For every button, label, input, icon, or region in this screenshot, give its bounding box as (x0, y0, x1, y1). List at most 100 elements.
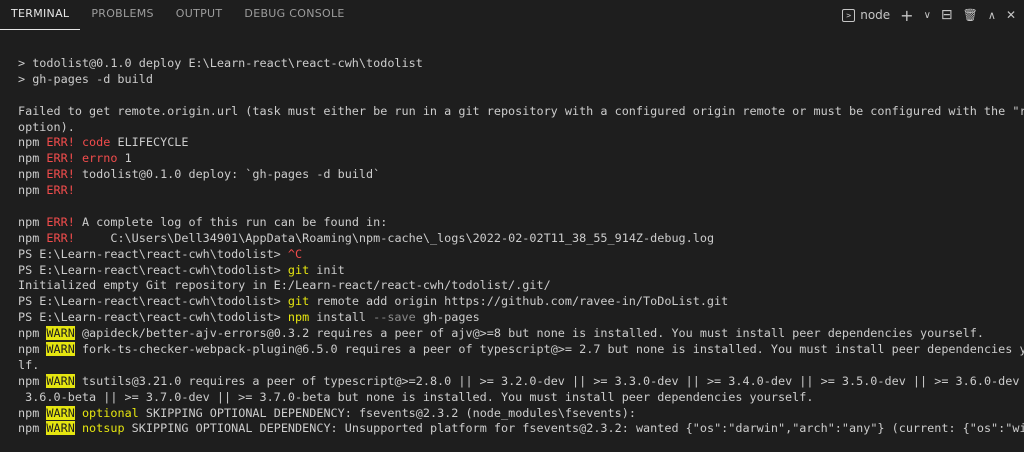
terminal-text: npm (18, 230, 47, 245)
terminal-text: code (81, 135, 111, 150)
warn-badge: WARN (46, 342, 75, 357)
terminal-line: npm ERR! todolist@0.1.0 deploy: `gh-page… (18, 167, 1018, 183)
terminal-line: PS E:\Learn-react\react-cwh\todolist> gi… (18, 294, 1018, 310)
terminal-line: 3.6.0-beta || >= 3.7.0-dev || >= 3.7.0-b… (18, 390, 1018, 406)
kill-terminal-button[interactable]: 🗑 (963, 8, 978, 22)
terminal-line: npm WARN @apideck/better-ajv-errors@0.3.… (18, 326, 1018, 342)
terminal-text: PS E:\Learn-react\react-cwh\todolist> (18, 294, 288, 309)
terminal-actions: > node + ∨ ⊟ 🗑 ∧ ✕ (842, 5, 1016, 25)
terminal-line: > gh-pages -d build (18, 72, 1018, 88)
terminal-line: npm ERR! (18, 183, 1018, 199)
terminal-text: optional (81, 405, 139, 420)
terminal-text: SKIPPING OPTIONAL DEPENDENCY: Unsupporte… (124, 421, 1024, 436)
terminal-text: ERR! (46, 151, 75, 166)
terminal-text: PS E:\Learn-react\react-cwh\todolist> (18, 246, 288, 261)
terminal-text: git (287, 262, 310, 277)
terminal-line: npm WARN fork-ts-checker-webpack-plugin@… (18, 342, 1024, 358)
terminal-shell-label: node (860, 8, 891, 22)
terminal-text: npm (18, 421, 47, 436)
plus-icon: + (900, 5, 914, 25)
terminal-text: init (309, 262, 345, 277)
chevron-down-icon: ∨ (923, 9, 931, 21)
terminal-output[interactable]: > todolist@0.1.0 deploy E:\Learn-react\r… (18, 56, 1024, 437)
terminal-line: lf. (18, 358, 1018, 374)
chevron-up-icon: ∧ (987, 8, 996, 22)
terminal-text: npm (18, 135, 47, 150)
terminal-text: PS E:\Learn-react\react-cwh\todolist> (18, 310, 288, 325)
launch-profile-button[interactable]: ∨ (924, 10, 931, 21)
terminal-text: 3.6.0-beta || >= 3.7.0-dev || >= 3.7.0-b… (18, 389, 814, 404)
terminal-text: npm (18, 326, 47, 341)
terminal-text: remote add origin https://github.com/rav… (309, 294, 729, 309)
terminal-line: npm ERR! C:\Users\Dell34901\AppData\Roam… (18, 231, 1018, 247)
tab-problems[interactable]: PROBLEMS (80, 0, 164, 30)
terminal-text: SKIPPING OPTIONAL DEPENDENCY: fsevents@2… (138, 405, 636, 420)
terminal-text: A complete log of this run can be found … (74, 214, 388, 229)
terminal-line: PS E:\Learn-react\react-cwh\todolist> gi… (18, 263, 1018, 279)
trash-icon: 🗑 (962, 8, 978, 22)
terminal-text: notsup (81, 421, 125, 436)
warn-badge: WARN (46, 373, 75, 388)
terminal-text: ^C (287, 246, 303, 261)
terminal-text: ERR! (46, 230, 75, 245)
warn-badge: WARN (46, 326, 75, 341)
terminal-text: --save (373, 310, 416, 325)
tab-debug-console[interactable]: DEBUG CONSOLE (233, 0, 355, 30)
terminal-line: option). (18, 120, 1018, 136)
terminal-text: PS E:\Learn-react\react-cwh\todolist> (18, 262, 288, 277)
close-panel-button[interactable]: ✕ (1006, 8, 1016, 22)
terminal-text: option). (18, 119, 75, 134)
terminal-line: PS E:\Learn-react\react-cwh\todolist> np… (18, 310, 1018, 326)
tab-terminal[interactable]: TERMINAL (0, 0, 81, 30)
terminal-text: npm (18, 405, 47, 420)
terminal-text: fork-ts-checker-webpack-plugin@6.5.0 req… (74, 342, 1024, 357)
terminal-text: Initialized empty Git repository in E:/L… (18, 278, 551, 293)
terminal-line: npm WARN tsutils@3.21.0 requires a peer … (18, 373, 1019, 390)
terminal-text: git (287, 294, 310, 309)
terminal-text: npm (18, 151, 47, 166)
terminal-text: @apideck/better-ajv-errors@0.3.2 require… (74, 326, 984, 341)
terminal-text: npm (287, 310, 310, 325)
terminal-text: npm (18, 342, 47, 357)
new-terminal-button[interactable]: + (900, 6, 913, 25)
terminal-text: npm (18, 167, 47, 182)
maximize-panel-button[interactable]: ∧ (988, 9, 996, 22)
terminal-text: ERR! (46, 135, 75, 150)
terminal-line: > todolist@0.1.0 deploy E:\Learn-react\r… (18, 56, 1018, 72)
terminal-line: PS E:\Learn-react\react-cwh\todolist> ^C (18, 247, 1018, 263)
terminal-text: 1 (117, 151, 132, 166)
terminal-text: install (309, 310, 374, 325)
warn-badge: WARN (46, 421, 75, 436)
terminal-line: npm ERR! A complete log of this run can … (18, 215, 1018, 231)
terminal-text: ERR! (46, 167, 75, 182)
terminal-text: lf. (18, 357, 40, 372)
split-terminal-button[interactable]: ⊟ (941, 7, 953, 23)
terminal-text: npm (18, 373, 47, 388)
terminal-line: npm ERR! code ELIFECYCLE (18, 135, 1018, 151)
terminal-text: todolist@0.1.0 deploy: `gh-pages -d buil… (74, 167, 381, 182)
terminal-text: Failed to get remote.origin.url (task mu… (18, 103, 1024, 118)
terminal-text: errno (81, 151, 118, 166)
terminal-text: ERR! (46, 183, 75, 198)
terminal-selector[interactable]: > node (842, 8, 890, 22)
terminal-text: C:\Users\Dell34901\AppData\Roaming\npm-c… (74, 230, 715, 245)
terminal-text: > gh-pages -d build (18, 71, 153, 86)
terminal-line: npm WARN notsup SKIPPING OPTIONAL DEPEND… (18, 421, 1024, 437)
terminal-text: gh-pages (415, 310, 480, 325)
terminal-icon: > (842, 8, 856, 22)
terminal-text: npm (18, 214, 47, 229)
terminal-line: Initialized empty Git repository in E:/L… (18, 278, 1018, 294)
terminal-text: npm (18, 183, 47, 198)
split-icon: ⊟ (940, 7, 953, 23)
warn-badge: WARN (46, 405, 75, 420)
tab-output[interactable]: OUTPUT (165, 0, 234, 30)
terminal-line: npm WARN optional SKIPPING OPTIONAL DEPE… (18, 405, 1018, 422)
terminal-text: > todolist@0.1.0 deploy E:\Learn-react\r… (18, 56, 423, 70)
terminal-text: tsutils@3.21.0 requires a peer of typesc… (74, 373, 1024, 388)
